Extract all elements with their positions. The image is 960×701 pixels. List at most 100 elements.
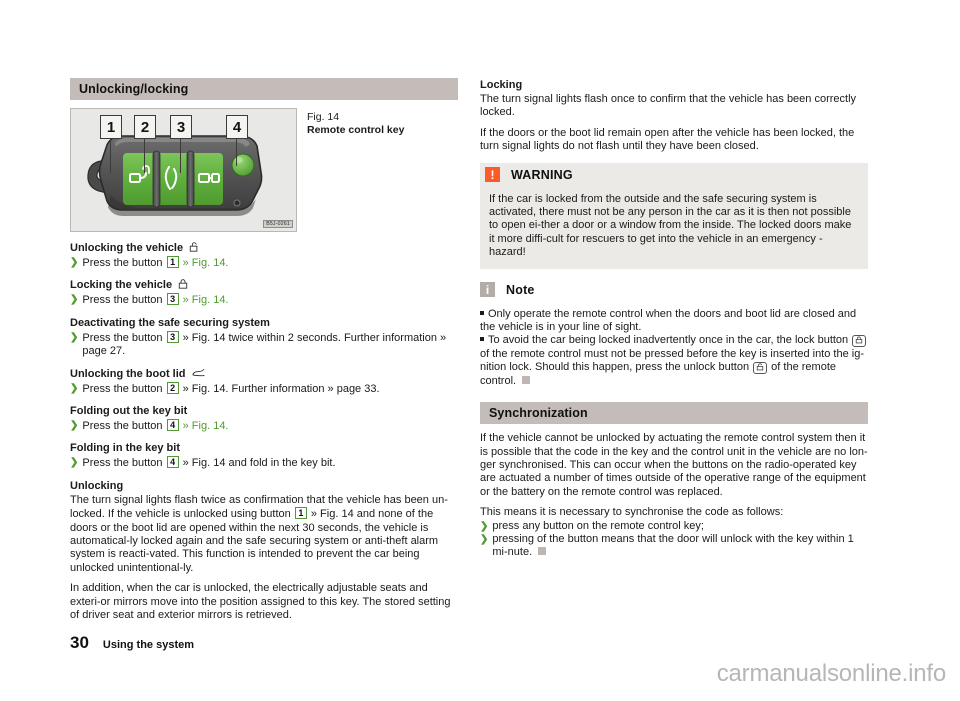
- figure-row: 1 2 3 4 B5J-0261 Fig. 14 Remote control …: [70, 108, 458, 232]
- heading-unlocking: Unlocking: [70, 479, 124, 492]
- unlock-icon: [189, 242, 198, 252]
- end-of-section-marker: [538, 547, 547, 556]
- block-unlocking-prose: Unlocking The turn signal lights flash t…: [70, 479, 458, 623]
- unlocking-paragraph-1: The turn signal lights flash twice as co…: [70, 493, 448, 574]
- list-item-text: Press the button 3 » Fig. 14.: [82, 293, 229, 307]
- key-ref: 3: [166, 330, 179, 343]
- block-locking-prose: Locking The turn signal lights flash onc…: [480, 78, 868, 154]
- list-item-text: pressing of the button means that the do…: [492, 532, 854, 559]
- list-item-text: press any button on the remote control k…: [492, 519, 704, 532]
- unlocking-paragraph-2: In addition, when the car is unlocked, t…: [70, 582, 451, 622]
- section-header-unlocking-locking: Unlocking/locking: [70, 78, 458, 100]
- right-column: Locking The turn signal lights flash onc…: [480, 78, 868, 560]
- note-item-1: Only operate the remote control when the…: [480, 307, 857, 334]
- watermark: carmanualsonline.info: [716, 660, 946, 687]
- warning-body: If the car is locked from the outside an…: [480, 186, 868, 269]
- block-deactivating-safe-securing: Deactivating the safe securing system ❯ …: [70, 316, 458, 359]
- footer-chapter-label: Using the system: [102, 639, 195, 651]
- callout-leader-4: [236, 136, 238, 166]
- boot-lid-icon: [191, 368, 205, 376]
- end-of-section-marker: [522, 375, 531, 384]
- key-ref: 1: [294, 507, 307, 520]
- chevron-icon: ❯: [70, 257, 79, 268]
- block-unlocking-boot-lid: Unlocking the boot lid ❯ Press the butto…: [70, 367, 458, 396]
- block-folding-out-key-bit: Folding out the key bit ❯ Press the butt…: [70, 404, 458, 433]
- page-number: 30: [70, 633, 89, 652]
- list-item-text: Press the button 1 » Fig. 14.: [82, 256, 229, 269]
- chevron-icon: ❯: [70, 294, 79, 306]
- list-item-text: Press the button 3 » Fig. 14 twice withi…: [82, 330, 447, 358]
- figure-number: Fig. 14: [307, 111, 340, 123]
- block-folding-in-key-bit: Folding in the key bit ❯ Press the butto…: [70, 441, 458, 470]
- list-item-post: » Fig. 14. Further information » page 33…: [179, 382, 380, 395]
- key-ref: 4: [166, 419, 179, 432]
- list-item: ❯ Press the button 3 » Fig. 14 twice wit…: [70, 330, 458, 359]
- unlock-button-icon: [753, 362, 768, 375]
- manual-page: Unlocking/locking 1 2 3 4 B5J-0261 Fig. …: [0, 0, 960, 701]
- heading-folding-out-key-bit: Folding out the key bit: [70, 405, 188, 418]
- callout-leader-3: [180, 136, 182, 173]
- list-item-text: Press the button 4 » Fig. 14 and fold in…: [82, 456, 336, 470]
- locking-paragraph-1: The turn signal lights flash once to con…: [480, 93, 857, 119]
- note-icon: i: [480, 282, 495, 298]
- list-item-text: Press the button 4 » Fig. 14.: [82, 419, 229, 433]
- section-title-synchronization: Synchronization: [489, 406, 588, 421]
- page-footer: 30 Using the system: [70, 633, 194, 653]
- note-body: Only operate the remote control when the…: [480, 302, 868, 388]
- chevron-icon: ❯: [70, 331, 79, 343]
- square-bullet-icon: [480, 310, 484, 315]
- list-item: ❯ Press the button 4 » Fig. 14.: [70, 419, 458, 433]
- list-item: ❯ Press the button 4 » Fig. 14 and fold …: [70, 456, 458, 470]
- lock-icon: [178, 279, 188, 289]
- callout-4: 4: [226, 115, 248, 139]
- heading-unlocking-the-vehicle: Unlocking the vehicle: [70, 241, 458, 255]
- heading-locking-the-vehicle: Locking the vehicle: [70, 278, 458, 292]
- key-ref: 4: [166, 456, 179, 469]
- note-callout: i Note Only operate the remote control w…: [480, 278, 868, 388]
- sync-paragraph-2: This means it is necessary to synchronis…: [480, 506, 784, 519]
- chevron-icon: ❯: [70, 457, 79, 469]
- key-ref: 3: [166, 293, 179, 306]
- figure-image-code: B5J-0261: [263, 220, 293, 228]
- key-ref: 2: [166, 381, 179, 394]
- figure-caption: Fig. 14 Remote control key: [307, 108, 404, 137]
- list-item: ❯ pressing of the button means that the …: [480, 533, 868, 560]
- figure-remote-control-key: 1 2 3 4 B5J-0261: [70, 108, 297, 232]
- chevron-icon: ❯: [70, 382, 79, 394]
- list-item: ❯ Press the button 2 » Fig. 14. Further …: [70, 381, 458, 396]
- warning-icon: !: [485, 167, 500, 183]
- warning-callout-header: ! WARNING: [480, 162, 868, 187]
- list-item: ❯ Press the button 1 » Fig. 14.: [70, 256, 458, 270]
- warning-callout: ! WARNING If the car is locked from the …: [480, 162, 868, 269]
- note-title: Note: [506, 282, 535, 297]
- locking-paragraph-2: If the doors or the boot lid remain open…: [480, 126, 855, 153]
- block-unlocking-the-vehicle: Unlocking the vehicle ❯ Press the button…: [70, 241, 458, 270]
- callout-3: 3: [170, 115, 192, 139]
- key-ref: 1: [166, 256, 179, 268]
- section-header-synchronization: Synchronization: [480, 402, 868, 425]
- block-locking-the-vehicle: Locking the vehicle ❯ Press the button 3…: [70, 278, 458, 307]
- square-bullet-icon: [480, 337, 484, 342]
- section-title: Unlocking/locking: [79, 82, 189, 96]
- heading-locking: Locking: [480, 79, 523, 91]
- callout-leader-2: [144, 136, 146, 173]
- note-item-2: To avoid the car being locked inadverten…: [480, 334, 868, 388]
- list-item: ❯ Press the button 3 » Fig. 14.: [70, 293, 458, 307]
- callout-1: 1: [100, 115, 122, 139]
- left-column: Unlocking/locking 1 2 3 4 B5J-0261 Fig. …: [70, 78, 458, 631]
- callout-2: 2: [134, 115, 156, 139]
- list-item-text: Press the button 2 » Fig. 14. Further in…: [82, 381, 380, 395]
- list-item-post: » Fig. 14 and fold in the key bit.: [179, 457, 336, 470]
- note-callout-header: i Note: [480, 278, 868, 302]
- warning-text: If the car is locked from the outside an…: [489, 192, 852, 259]
- callout-leader-1: [110, 136, 112, 173]
- heading-deactivating-safe-securing: Deactivating the safe securing system: [70, 316, 270, 329]
- lock-button-icon: [852, 335, 867, 348]
- sync-paragraph-1: If the vehicle cannot be unlocked by act…: [480, 432, 868, 498]
- chevron-icon: ❯: [480, 533, 489, 545]
- chevron-icon: ❯: [480, 520, 489, 532]
- warning-title: WARNING: [511, 167, 573, 182]
- heading-folding-in-key-bit: Folding in the key bit: [70, 442, 180, 455]
- heading-unlocking-boot-lid: Unlocking the boot lid: [70, 367, 458, 381]
- figure-caption-text: Remote control key: [307, 124, 405, 136]
